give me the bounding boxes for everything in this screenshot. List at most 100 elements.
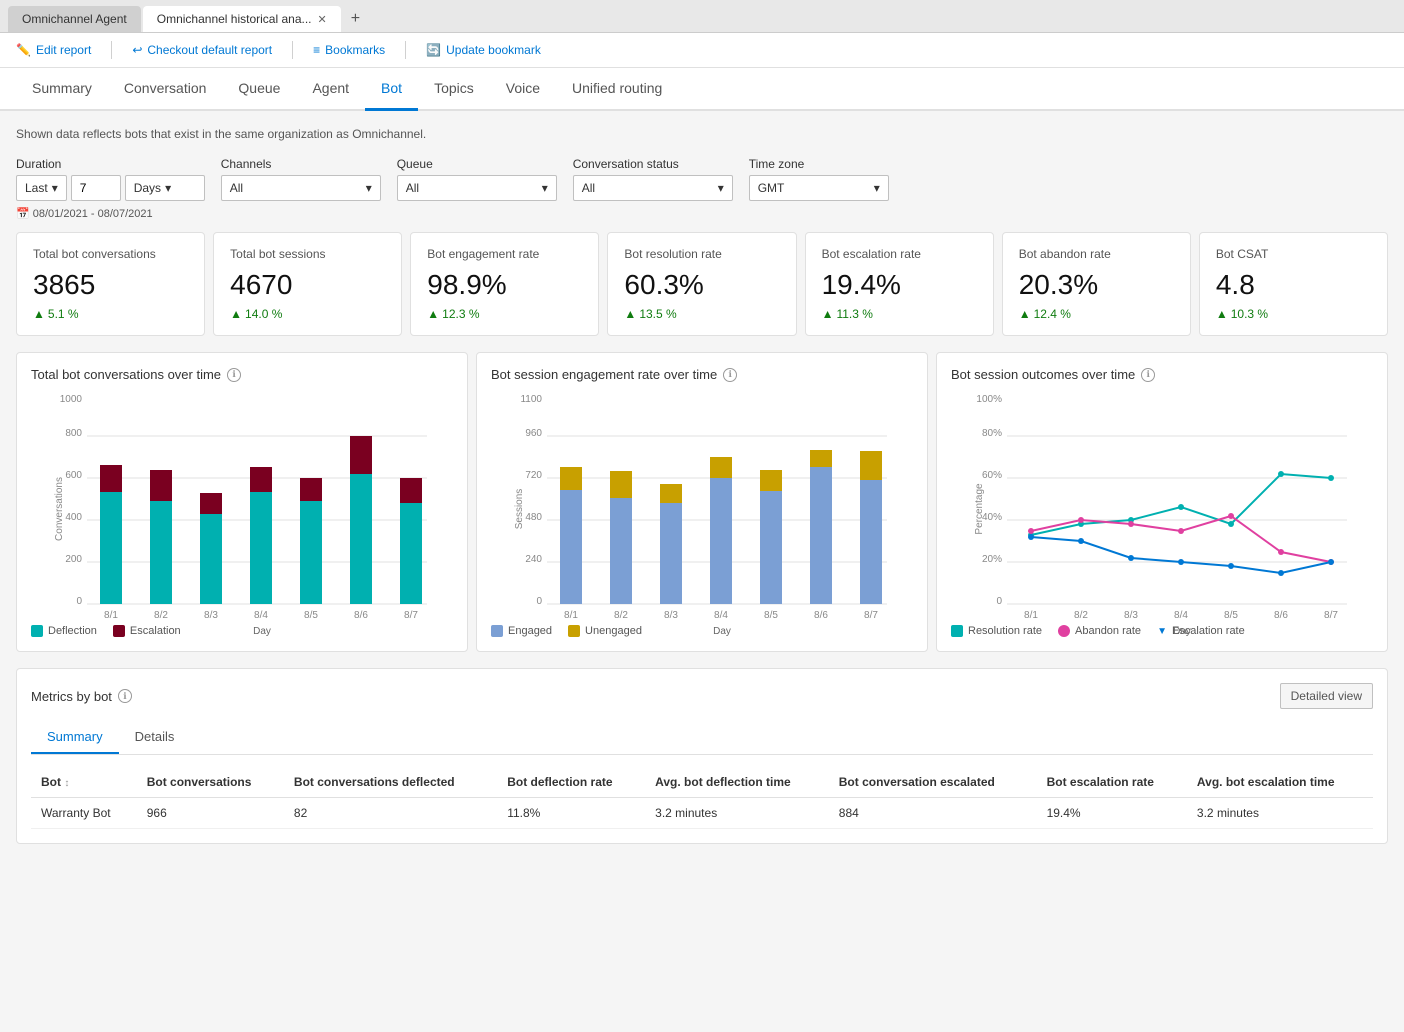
col-avg-deflection[interactable]: Avg. bot deflection time	[645, 767, 829, 798]
chevron-down-icon: ▾	[542, 181, 548, 195]
line-chart-svg: 0 20% 40% 60% 80% 100% Percentage	[951, 394, 1373, 614]
legend-escalation: Escalation	[113, 625, 181, 637]
svg-text:800: 800	[65, 428, 82, 439]
checkout-report-button[interactable]: ↩ Checkout default report	[132, 43, 272, 57]
svg-text:8/1: 8/1	[1024, 610, 1038, 621]
info-icon[interactable]: ℹ	[118, 689, 132, 703]
svg-text:8/3: 8/3	[664, 610, 678, 621]
chart-legend: Deflection Escalation	[31, 625, 453, 637]
svg-text:8/2: 8/2	[1074, 610, 1088, 621]
chevron-down-icon: ▾	[165, 181, 171, 195]
nav-tab-agent[interactable]: Agent	[296, 68, 365, 111]
info-icon[interactable]: ℹ	[227, 368, 241, 382]
metrics-table-wrap: Bot ↕ Bot conversations Bot conversation…	[31, 767, 1373, 829]
svg-text:Sessions: Sessions	[514, 489, 525, 530]
svg-text:Day: Day	[713, 626, 731, 637]
col-escalation-rate[interactable]: Bot escalation rate	[1037, 767, 1187, 798]
nav-tab-bot[interactable]: Bot	[365, 68, 418, 111]
svg-text:8/5: 8/5	[304, 610, 318, 621]
svg-text:8/7: 8/7	[1324, 610, 1338, 621]
col-escalated[interactable]: Bot conversation escalated	[829, 767, 1037, 798]
duration-value-input[interactable]	[71, 175, 121, 201]
col-bot[interactable]: Bot ↕	[31, 767, 137, 798]
conv-status-select[interactable]: All ▾	[573, 175, 733, 201]
tab-omnichannel-historical[interactable]: Omnichannel historical ana... ✕	[143, 6, 341, 32]
svg-text:8/5: 8/5	[1224, 610, 1238, 621]
col-deflection-rate[interactable]: Bot deflection rate	[497, 767, 645, 798]
svg-text:Percentage: Percentage	[974, 483, 985, 535]
chart-outcomes: Bot session outcomes over time ℹ 0 20% 4…	[936, 352, 1388, 652]
bookmark-icon: ≡	[313, 43, 320, 57]
triangle-down-icon: ▼	[1157, 626, 1167, 637]
duration-label: Duration	[16, 157, 205, 171]
kpi-abandon-rate: Bot abandon rate 20.3% ▲ 12.4 %	[1002, 232, 1191, 336]
svg-text:8/6: 8/6	[814, 610, 828, 621]
arrow-up-icon: ▲	[427, 307, 439, 321]
svg-text:960: 960	[525, 428, 542, 439]
kpi-total-conversations: Total bot conversations 3865 ▲ 5.1 %	[16, 232, 205, 336]
duration-filter: Duration Last ▾ Days ▾	[16, 157, 205, 201]
legend-color	[568, 625, 580, 637]
legend-engaged: Engaged	[491, 625, 552, 637]
legend-abandon: Abandon rate	[1058, 625, 1141, 637]
channels-filter: Channels All ▾	[221, 157, 381, 201]
queue-select[interactable]: All ▾	[397, 175, 557, 201]
arrow-up-icon: ▲	[1216, 307, 1228, 321]
kpi-title: Bot escalation rate	[822, 247, 977, 261]
nav-tab-queue[interactable]: Queue	[222, 68, 296, 111]
edit-report-button[interactable]: ✏️ Edit report	[16, 43, 91, 57]
checkout-icon: ↩	[132, 43, 142, 57]
svg-text:0: 0	[996, 596, 1002, 607]
kpi-change: ▲ 14.0 %	[230, 307, 385, 321]
update-bookmark-button[interactable]: 🔄 Update bookmark	[426, 43, 541, 57]
channels-select[interactable]: All ▾	[221, 175, 381, 201]
detailed-view-button[interactable]: Detailed view	[1280, 683, 1373, 709]
browser-tabs: Omnichannel Agent Omnichannel historical…	[0, 0, 1404, 33]
sub-tab-summary[interactable]: Summary	[31, 721, 119, 754]
kpi-value: 3865	[33, 269, 188, 301]
legend-color	[491, 625, 503, 637]
close-icon[interactable]: ✕	[318, 13, 327, 26]
nav-tab-voice[interactable]: Voice	[490, 68, 556, 111]
col-deflected[interactable]: Bot conversations deflected	[284, 767, 497, 798]
bookmarks-button[interactable]: ≡ Bookmarks	[313, 43, 385, 57]
bar-chart-svg: 0 200 400 600 800 1000 Conversations	[31, 394, 453, 614]
arrow-up-icon: ▲	[822, 307, 834, 321]
timezone-filter: Time zone GMT ▾	[749, 157, 889, 201]
edit-icon: ✏️	[16, 43, 31, 57]
nav-tab-summary[interactable]: Summary	[16, 68, 108, 111]
chart-title: Bot session engagement rate over time ℹ	[491, 367, 913, 382]
metrics-section: Metrics by bot ℹ Detailed view Summary D…	[16, 668, 1388, 844]
tab-omnichannel-agent[interactable]: Omnichannel Agent	[8, 6, 141, 32]
col-avg-escalation[interactable]: Avg. bot escalation time	[1187, 767, 1373, 798]
col-conversations[interactable]: Bot conversations	[137, 767, 284, 798]
main-content: Shown data reflects bots that exist in t…	[0, 111, 1404, 1023]
sub-tabs: Summary Details	[31, 721, 1373, 755]
toolbar-divider-2	[292, 41, 293, 59]
arrow-up-icon: ▲	[1019, 307, 1031, 321]
nav-tab-topics[interactable]: Topics	[418, 68, 490, 111]
info-icon[interactable]: ℹ	[1141, 368, 1155, 382]
tab-label: Omnichannel Agent	[22, 12, 127, 26]
legend-unengaged: Unengaged	[568, 625, 642, 637]
filters: Duration Last ▾ Days ▾ Channels All ▾ Q	[16, 157, 1388, 201]
info-icon[interactable]: ℹ	[723, 368, 737, 382]
sub-tab-details[interactable]: Details	[119, 721, 191, 754]
chart-conversations: Total bot conversations over time ℹ 0 20…	[16, 352, 468, 652]
duration-type-select[interactable]: Last ▾	[16, 175, 67, 201]
timezone-select[interactable]: GMT ▾	[749, 175, 889, 201]
svg-text:8/6: 8/6	[1274, 610, 1288, 621]
nav-tab-unified-routing[interactable]: Unified routing	[556, 68, 678, 111]
svg-text:400: 400	[65, 512, 82, 523]
duration-unit-select[interactable]: Days ▾	[125, 175, 205, 201]
legend-color	[951, 625, 963, 637]
cell-escalated: 884	[829, 798, 1037, 829]
svg-text:8/3: 8/3	[1124, 610, 1138, 621]
cell-bot: Warranty Bot	[31, 798, 137, 829]
chart-area: 0 240 480 720 960 1100 Sessions	[491, 394, 913, 617]
nav-tab-conversation[interactable]: Conversation	[108, 68, 223, 111]
nav-tabs: Summary Conversation Queue Agent Bot Top…	[0, 68, 1404, 111]
svg-text:8/2: 8/2	[154, 610, 168, 621]
refresh-icon: 🔄	[426, 43, 441, 57]
add-tab-button[interactable]: +	[343, 6, 368, 32]
